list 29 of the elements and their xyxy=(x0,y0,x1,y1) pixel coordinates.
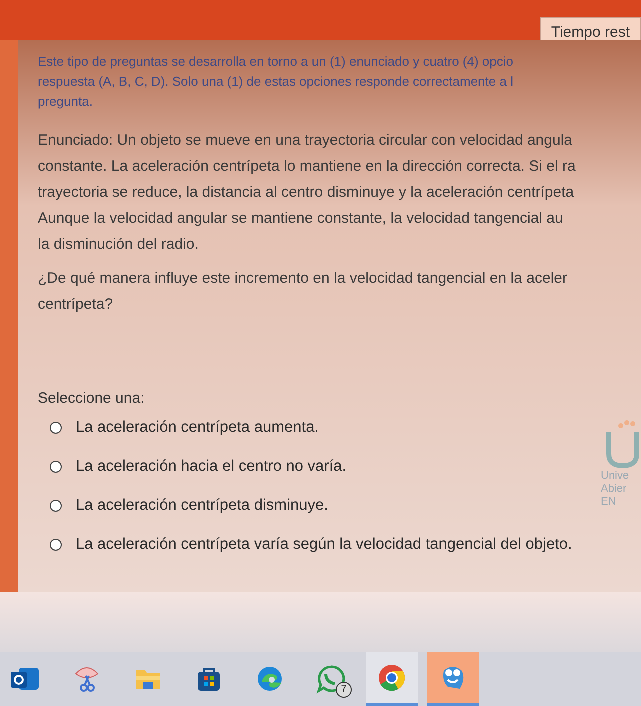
statement-line: constante. La aceleración centrípeta lo mantiene en la dirección correcta. Si el ra xyxy=(38,157,577,177)
instruction-line: respuesta (A, B, C, D). Solo una (1) de estas opciones responde correctamente a l xyxy=(38,73,514,91)
statement-line: trayectoria se reduce, la distancia al centro disminuye y la aceleración centrípeta xyxy=(38,183,576,203)
option-label[interactable]: La aceleración centrípeta varía según la velocidad tangencial del objeto. xyxy=(76,536,572,554)
option-label[interactable]: La aceleración hacia el centro no varía. xyxy=(76,458,347,476)
prompt-text: Seleccione una: xyxy=(38,390,146,407)
taskbar-button[interactable]: 7 xyxy=(305,652,357,706)
instruction-line: pregunta. xyxy=(38,93,94,111)
browser-wave-icon xyxy=(255,664,285,694)
question-line: ¿De qué manera influye este incremento en la velocidad tangencial en la aceler xyxy=(38,269,568,289)
radio-button[interactable] xyxy=(50,461,62,473)
radio-button[interactable] xyxy=(50,500,62,512)
statement-line: Aunque la velocidad angular se mantiene constante, la velocidad tangencial au xyxy=(38,209,564,229)
browser-circle-icon xyxy=(377,662,407,692)
logo-text: Unive xyxy=(601,470,630,483)
radio-button[interactable] xyxy=(50,539,62,551)
statement-line: Enunciado: Un objeto se mueve en una trayectoria circular con velocidad angula xyxy=(38,131,574,151)
instruction-line: Este tipo de preguntas se desarrolla en torno a un (1) enunciado y cuatro (4) opcio xyxy=(38,53,515,71)
option-label[interactable]: La aceleración centrípeta aumenta. xyxy=(76,419,319,437)
logo-text: EN xyxy=(601,496,616,509)
radio-button[interactable] xyxy=(50,422,62,434)
option-label[interactable]: La aceleración centrípeta disminuye. xyxy=(76,497,328,515)
chat-bubble-icon xyxy=(316,664,346,694)
logo-text: Abier xyxy=(601,483,627,496)
notification-badge: 7 xyxy=(336,682,352,698)
taskbar-button[interactable] xyxy=(366,652,418,706)
statement-line: la disminución del radio. xyxy=(38,235,200,255)
question-line: centrípeta? xyxy=(38,295,114,315)
taskbar-button[interactable] xyxy=(427,652,479,706)
